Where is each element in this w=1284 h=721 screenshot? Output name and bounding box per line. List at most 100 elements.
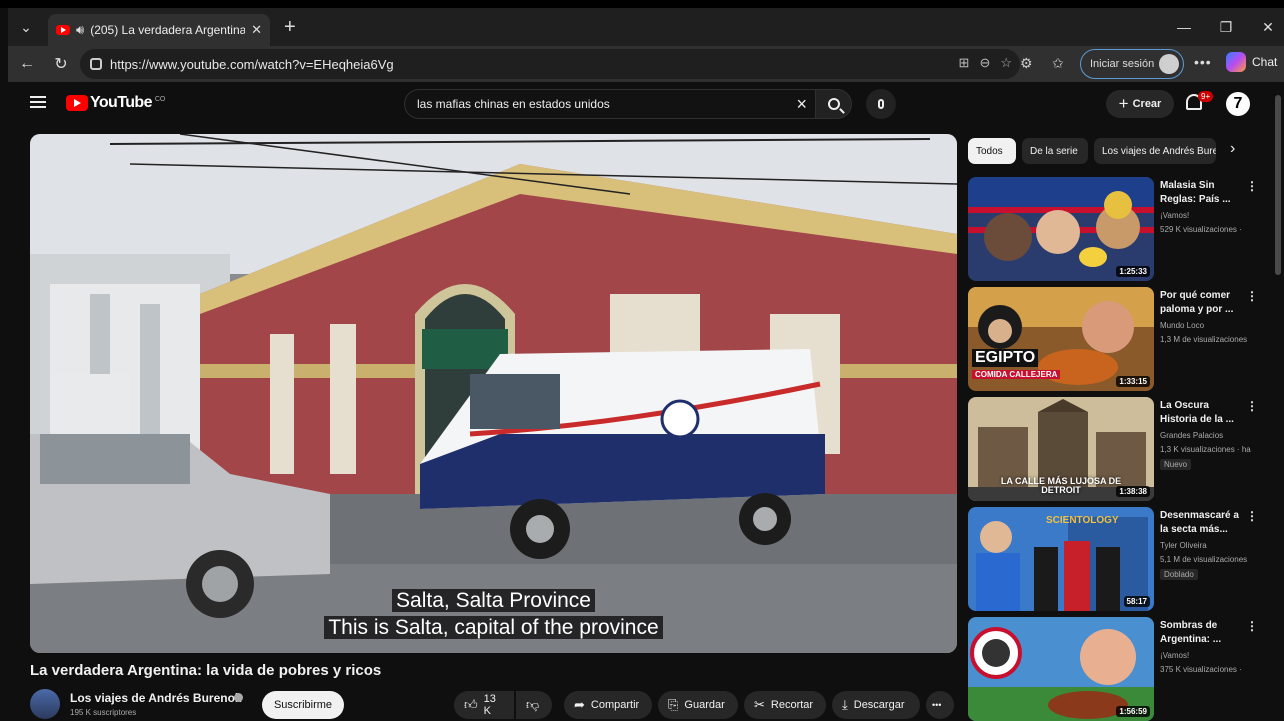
signin-button[interactable]: Iniciar sesión	[1080, 49, 1184, 79]
zoom-icon[interactable]: ⊖	[979, 55, 990, 71]
video-duration: 1:38:38	[1116, 486, 1150, 497]
new-tab-plus-icon[interactable]: +	[284, 16, 296, 39]
tab-list-chevron-icon[interactable]: ⌄	[10, 12, 42, 42]
clip-label: Recortar	[770, 699, 814, 711]
settings-more-icon[interactable]: •••	[1194, 54, 1212, 70]
minimize-icon[interactable]: —	[1164, 8, 1204, 46]
download-button[interactable]: ⤓ Descargar	[832, 691, 920, 719]
favorites-icon[interactable]: ✩	[1052, 55, 1064, 72]
signin-label: Iniciar sesión	[1090, 58, 1155, 70]
video-thumbnail[interactable]: EGIPTO COMIDA CALLEJERA 1:33:15	[968, 287, 1154, 391]
youtube-logo[interactable]: YouTube CO	[66, 94, 165, 112]
address-bar[interactable]: https://www.youtube.com/watch?v=EHeqheia…	[80, 49, 1020, 79]
video-thumbnail[interactable]: 1:56:59	[968, 617, 1154, 721]
recommendation-title[interactable]: La Oscura Historia de la ...	[1160, 399, 1246, 427]
thumbnail-text: LA CALLE MÁS LUJOSA DE DETROIT	[1000, 476, 1122, 495]
back-arrow-icon[interactable]: ←	[12, 49, 42, 79]
channel-avatar[interactable]	[30, 689, 60, 719]
subscriber-count: 195 K suscriptores	[70, 708, 137, 717]
youtube-play-icon	[66, 95, 88, 111]
channel-name[interactable]: Los viajes de Andrés Burenok	[70, 691, 242, 705]
menu-icon[interactable]	[30, 96, 46, 108]
recommendation-views: 1,3 M de visualizaciones	[1160, 335, 1248, 344]
recommendation-title[interactable]: Por qué comer paloma y por ...	[1160, 289, 1246, 317]
recommendation-title[interactable]: Sombras de Argentina: ...	[1160, 619, 1246, 647]
more-vertical-icon[interactable]: ⋮	[1246, 619, 1258, 633]
window-close-icon[interactable]: ✕	[1248, 8, 1284, 46]
recommendation-channel[interactable]: Tyler Oliveira	[1160, 541, 1207, 550]
recommendation-item[interactable]: 1:56:59 Sombras de Argentina: ... ¡Vamos…	[968, 617, 1268, 721]
profile-avatar-icon	[1159, 54, 1179, 74]
search-icon	[827, 98, 840, 110]
recommendation-title[interactable]: Desenmascaré a la secta más...	[1160, 509, 1246, 537]
video-thumbnail[interactable]: SCIENTOLOGY 58:17	[968, 507, 1154, 611]
browser-toolbar: ← ↻ https://www.youtube.com/watch?v=EHeq…	[8, 46, 1284, 82]
chip-channel[interactable]: Los viajes de Andrés Burenok	[1094, 138, 1216, 164]
copilot-icon	[1226, 52, 1246, 72]
recommendation-views: 529 K visualizaciones ·	[1160, 225, 1242, 234]
maximize-icon[interactable]: ❐	[1206, 8, 1246, 46]
recommendation-title[interactable]: Malasia Sin Reglas: País ...	[1160, 179, 1246, 207]
video-title: La verdadera Argentina: la vida de pobre…	[30, 662, 382, 679]
dislike-button[interactable]: 👎︎	[516, 691, 552, 719]
verified-check-icon	[234, 693, 243, 702]
video-thumbnail[interactable]: 1:25:33	[968, 177, 1154, 281]
microphone-icon	[878, 99, 884, 109]
chip-all[interactable]: Todos	[968, 138, 1016, 164]
copilot-chat-button[interactable]: Chat	[1226, 52, 1277, 72]
tab-close-icon[interactable]: ✕	[251, 22, 262, 38]
video-player[interactable]: Salta, Salta Province This is Salta, cap…	[30, 134, 957, 653]
chip-series[interactable]: De la serie	[1022, 138, 1088, 164]
search-query[interactable]: las mafias chinas en estados unidos	[417, 97, 610, 111]
reload-icon[interactable]: ↻	[46, 49, 76, 79]
clip-button[interactable]: ✂ Recortar	[744, 691, 826, 719]
download-icon: ⤓	[842, 697, 848, 712]
youtube-header: YouTube CO las mafias chinas en estados …	[8, 82, 1284, 128]
browser-tab-active[interactable]: 🔊︎ (205) La verdadera Argentina: la vida…	[48, 14, 270, 46]
chevron-right-icon[interactable]: ›	[1230, 140, 1235, 158]
url-text[interactable]: https://www.youtube.com/watch?v=EHeqheia…	[110, 57, 394, 72]
speaker-icon[interactable]: 🔊︎	[76, 22, 84, 38]
recommendation-item[interactable]: SCIENTOLOGY 58:17 Desenmascaré a la sect…	[968, 507, 1268, 611]
recommendation-item[interactable]: LA CALLE MÁS LUJOSA DE DETROIT 1:38:38 L…	[968, 397, 1268, 501]
more-vertical-icon[interactable]: ⋮	[1246, 289, 1258, 303]
video-thumbnail[interactable]: LA CALLE MÁS LUJOSA DE DETROIT 1:38:38	[968, 397, 1154, 501]
caption-line-2: This is Salta, capital of the province	[30, 616, 957, 640]
more-actions-button[interactable]: •••	[926, 691, 954, 719]
recommendation-views: 1,3 K visualizaciones · ha	[1160, 445, 1251, 454]
extensions-icon[interactable]: ⚙	[1020, 55, 1033, 72]
recommendation-channel[interactable]: Mundo Loco	[1160, 321, 1204, 330]
recommendation-item[interactable]: 1:25:33 Malasia Sin Reglas: País ... ¡Va…	[968, 177, 1268, 281]
more-vertical-icon[interactable]: ⋮	[1246, 399, 1258, 413]
more-vertical-icon[interactable]: ⋮	[1246, 179, 1258, 193]
bookmark-icon: ⎘	[668, 697, 679, 712]
recommendation-views: 375 K visualizaciones ·	[1160, 665, 1242, 674]
recommendation-channel[interactable]: ¡Vamos!	[1160, 651, 1189, 660]
video-duration: 1:56:59	[1116, 706, 1150, 717]
app-available-icon[interactable]: ⊞	[959, 55, 970, 71]
dubbed-badge: Doblado	[1160, 569, 1198, 580]
account-avatar[interactable]: 7	[1226, 92, 1250, 116]
browser-tab-bar: ⌄ 🔊︎ (205) La verdadera Argentina: la vi…	[8, 8, 1284, 46]
share-arrow-icon: ➦	[574, 697, 585, 712]
clear-search-icon[interactable]: ×	[796, 94, 807, 115]
thumbs-up-icon: 👍︎	[464, 697, 478, 712]
save-button[interactable]: ⎘ Guardar	[658, 691, 738, 719]
favorite-star-icon[interactable]: ☆	[1000, 55, 1012, 71]
save-label: Guardar	[684, 699, 725, 711]
search-input[interactable]: las mafias chinas en estados unidos ×	[404, 89, 816, 119]
recommendation-item[interactable]: EGIPTO COMIDA CALLEJERA 1:33:15 Por qué …	[968, 287, 1268, 391]
like-button[interactable]: 👍︎ 13 K	[454, 691, 514, 719]
more-vertical-icon[interactable]: ⋮	[1246, 509, 1258, 523]
subscribe-button[interactable]: Suscribirme	[262, 691, 344, 719]
recommendation-channel[interactable]: ¡Vamos!	[1160, 211, 1189, 220]
create-button[interactable]: + Crear	[1106, 90, 1174, 118]
share-button[interactable]: ➦ Compartir	[564, 691, 652, 719]
thumbnail-text: SCIENTOLOGY	[1046, 515, 1119, 526]
page-scrollbar[interactable]	[1275, 95, 1281, 275]
youtube-favicon-icon	[56, 25, 70, 35]
voice-search-button[interactable]	[866, 89, 896, 119]
recommendation-chips: Todos De la serie Los viajes de Andrés B…	[968, 138, 1258, 164]
search-button[interactable]	[816, 89, 852, 119]
recommendation-channel[interactable]: Grandes Palacios	[1160, 431, 1223, 440]
